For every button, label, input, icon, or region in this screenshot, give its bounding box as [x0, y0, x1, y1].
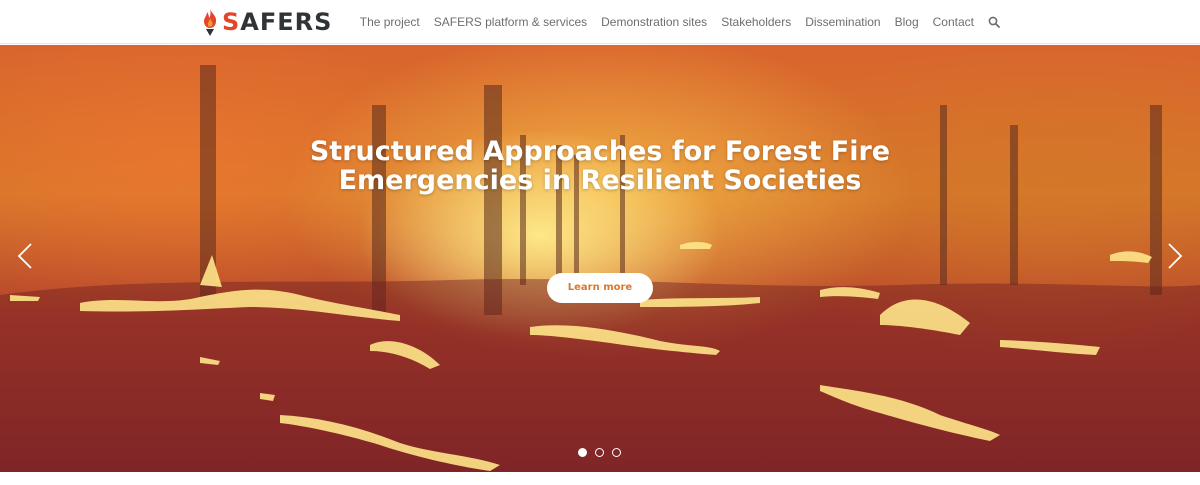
hero-title-line-1: Structured Approaches for Forest Fire [309, 136, 891, 167]
flame-pin-icon [203, 9, 217, 36]
chevron-left-icon[interactable] [16, 241, 34, 271]
nav-item-contact[interactable]: Contact [933, 15, 974, 29]
nav-item-blog[interactable]: Blog [895, 15, 919, 29]
site-header: SAFERS The project SAFERS platform & ser… [0, 0, 1200, 44]
brand-name: SAFERS [222, 8, 333, 36]
nav-item-demonstration-sites[interactable]: Demonstration sites [601, 15, 707, 29]
nav-item-platform-services[interactable]: SAFERS platform & services [434, 15, 587, 29]
hero-slider: Structured Approaches for Forest Fire Em… [0, 45, 1200, 472]
search-icon[interactable] [988, 16, 1000, 28]
learn-more-button[interactable]: Learn more [547, 273, 653, 303]
hero-title: Structured Approaches for Forest Fire Em… [0, 137, 1200, 195]
slider-dot-3[interactable] [612, 448, 621, 457]
site-logo[interactable]: SAFERS [200, 7, 332, 37]
chevron-right-icon[interactable] [1166, 241, 1184, 271]
slider-dot-2[interactable] [595, 448, 604, 457]
main-nav: The project SAFERS platform & services D… [360, 0, 1000, 44]
nav-item-the-project[interactable]: The project [360, 15, 420, 29]
hero-title-line-2: Emergencies in Resilient Societies [338, 165, 862, 196]
slider-pagination [578, 448, 621, 457]
forest-fire-image [0, 65, 1200, 472]
nav-item-stakeholders[interactable]: Stakeholders [721, 15, 791, 29]
slider-dot-1[interactable] [578, 448, 587, 457]
nav-item-dissemination[interactable]: Dissemination [805, 15, 880, 29]
